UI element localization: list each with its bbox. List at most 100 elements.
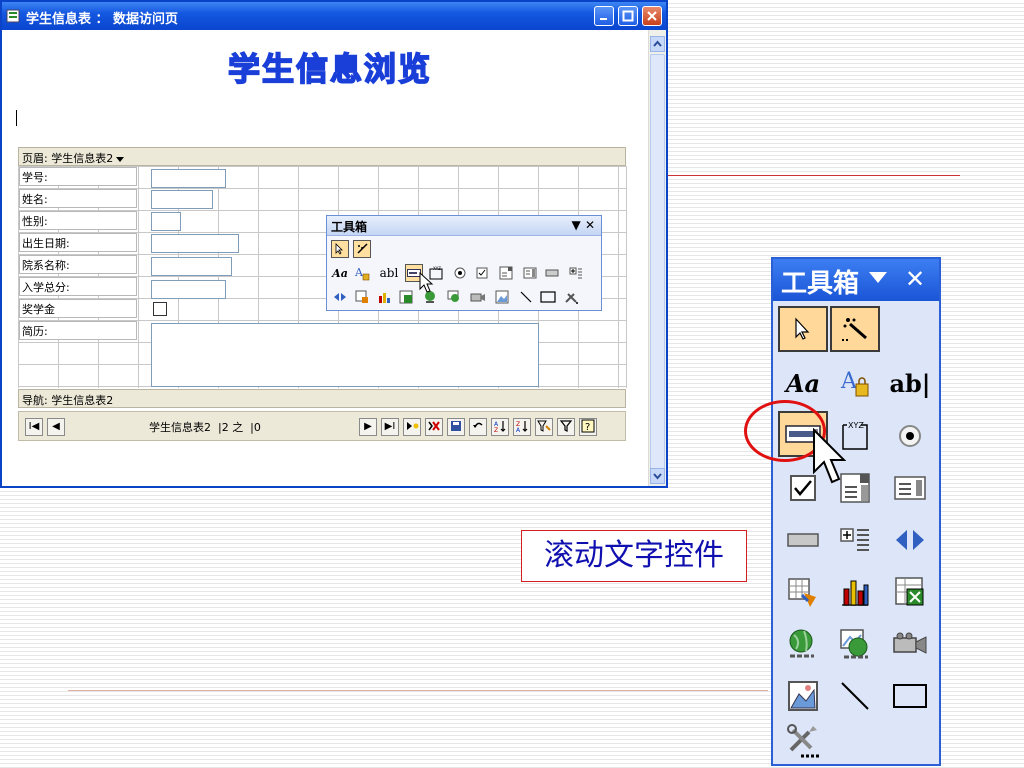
office-pivottable-tool-large[interactable] bbox=[778, 567, 828, 617]
image-tool-large[interactable] bbox=[778, 671, 828, 721]
toolbox-small-header[interactable]: 工具箱 ▼ ✕ bbox=[327, 216, 601, 236]
svg-text:A: A bbox=[516, 427, 521, 433]
help-icon: ? bbox=[581, 419, 595, 433]
field-label-birthdate[interactable]: 出生日期: bbox=[19, 233, 137, 252]
decorative-red-line bbox=[668, 175, 960, 176]
last-record-button[interactable]: ▶I bbox=[381, 418, 399, 436]
option-button-tool-large[interactable] bbox=[885, 411, 935, 461]
bound-html-tool[interactable]: A bbox=[353, 264, 371, 282]
image-icon bbox=[788, 681, 818, 711]
window-titlebar[interactable]: 学生信息表 ： 数据访问页 bbox=[2, 2, 666, 30]
control-wizards-tool[interactable] bbox=[353, 240, 371, 258]
maximize-button[interactable] bbox=[618, 6, 638, 26]
filter-by-selection-button[interactable] bbox=[535, 418, 553, 436]
chevron-down-icon[interactable] bbox=[116, 156, 125, 162]
close-button[interactable] bbox=[642, 6, 662, 26]
entry-score-input[interactable] bbox=[151, 280, 226, 299]
bound-html-tool-large[interactable]: A bbox=[830, 358, 880, 408]
gender-input[interactable] bbox=[151, 212, 181, 231]
header-section-bar[interactable]: 页眉: 学生信息表2 bbox=[18, 147, 626, 166]
name-input[interactable] bbox=[151, 190, 213, 209]
image-tool[interactable] bbox=[493, 288, 511, 306]
checkbox-icon bbox=[476, 267, 488, 279]
textbox-tool-large[interactable]: ab| bbox=[885, 358, 935, 408]
checkbox-tool[interactable] bbox=[473, 264, 491, 282]
field-label-student-id[interactable]: 学号: bbox=[19, 167, 137, 186]
student-id-input[interactable] bbox=[151, 169, 226, 188]
field-label-department[interactable]: 院系名称: bbox=[19, 255, 137, 274]
sort-ascending-button[interactable]: AZ bbox=[491, 418, 509, 436]
toolbox-menu-icon[interactable] bbox=[869, 272, 887, 283]
list-box-tool[interactable] bbox=[521, 264, 539, 282]
office-chart-tool-large[interactable] bbox=[830, 567, 880, 617]
rectangle-tool[interactable] bbox=[539, 288, 557, 306]
line-tool[interactable] bbox=[517, 288, 535, 306]
department-input[interactable] bbox=[151, 257, 232, 276]
office-pivottable-tool[interactable] bbox=[353, 288, 371, 306]
textbox-tool[interactable]: abl bbox=[375, 264, 403, 282]
maximize-icon bbox=[622, 10, 634, 22]
option-button-tool[interactable] bbox=[451, 264, 469, 282]
toggle-filter-button[interactable] bbox=[557, 418, 575, 436]
delete-record-button[interactable] bbox=[425, 418, 443, 436]
sort-descending-button[interactable]: ZA bbox=[513, 418, 531, 436]
rectangle-tool-large[interactable] bbox=[885, 671, 935, 721]
app-icon bbox=[6, 9, 20, 23]
chart-icon bbox=[842, 580, 869, 606]
office-spreadsheet-tool[interactable] bbox=[397, 288, 415, 306]
select-objects-tool[interactable] bbox=[331, 240, 349, 258]
scroll-up-button[interactable] bbox=[650, 36, 665, 52]
image-hyperlink-tool-large[interactable] bbox=[830, 619, 880, 669]
control-wizards-tool-large[interactable] bbox=[830, 306, 880, 352]
toolbox-small-controls[interactable]: ▼ ✕ bbox=[572, 218, 595, 232]
help-button[interactable]: ? bbox=[579, 418, 597, 436]
record-navigation-tool[interactable] bbox=[331, 288, 349, 306]
more-controls-tool-large[interactable] bbox=[778, 715, 828, 765]
list-box-tool-large[interactable] bbox=[885, 463, 935, 513]
label-tool[interactable]: Aa bbox=[331, 264, 349, 282]
field-label-resume[interactable]: 简历: bbox=[19, 321, 137, 340]
scroll-thumb[interactable] bbox=[650, 54, 665, 474]
image-link-icon bbox=[447, 290, 459, 302]
chart-icon bbox=[379, 293, 390, 303]
sort-ascending-icon: AZ bbox=[494, 421, 506, 434]
record-navigation-icon bbox=[896, 530, 924, 550]
scroll-down-button[interactable] bbox=[650, 468, 665, 484]
vertical-scrollbar[interactable] bbox=[648, 30, 666, 486]
toolbox-large-header[interactable]: 工具箱 ✕ bbox=[773, 259, 939, 301]
hyperlink-tool-large[interactable] bbox=[778, 619, 828, 669]
field-label-name[interactable]: 姓名: bbox=[19, 189, 137, 208]
line-tool-large[interactable] bbox=[830, 671, 880, 721]
field-label-gender[interactable]: 性别: bbox=[19, 211, 137, 230]
previous-record-button[interactable]: ◀ bbox=[47, 418, 65, 436]
office-chart-tool[interactable] bbox=[375, 288, 393, 306]
record-navigation-tool-large[interactable] bbox=[885, 515, 935, 565]
toolbox-close-icon[interactable]: ✕ bbox=[905, 265, 925, 293]
save-record-button[interactable] bbox=[447, 418, 465, 436]
movie-tool[interactable] bbox=[469, 288, 487, 306]
next-record-button[interactable]: ▶ bbox=[359, 418, 377, 436]
toolbox-large: 工具箱 ✕ Aa A ab| XYZ bbox=[771, 257, 941, 766]
expand-tool[interactable] bbox=[567, 264, 585, 282]
command-button-tool[interactable] bbox=[543, 264, 561, 282]
office-spreadsheet-tool-large[interactable] bbox=[885, 567, 935, 617]
resume-textarea[interactable] bbox=[151, 323, 539, 387]
movie-tool-large[interactable] bbox=[885, 619, 935, 669]
field-label-scholarship[interactable]: 奖学金 bbox=[19, 299, 137, 318]
minimize-button[interactable] bbox=[594, 6, 614, 26]
textbox-tool-large-text: ab| bbox=[889, 368, 931, 398]
undo-button[interactable] bbox=[469, 418, 487, 436]
birthdate-input[interactable] bbox=[151, 234, 239, 253]
command-button-tool-large[interactable] bbox=[778, 515, 828, 565]
svg-text:?: ? bbox=[585, 422, 590, 433]
image-hyperlink-tool[interactable] bbox=[445, 288, 463, 306]
field-label-entry-score[interactable]: 入学总分: bbox=[19, 277, 137, 296]
select-objects-tool-large[interactable] bbox=[778, 306, 828, 352]
nav-section-bar[interactable]: 导航: 学生信息表2 bbox=[18, 389, 626, 408]
dropdown-list-tool[interactable] bbox=[497, 264, 515, 282]
new-record-button[interactable] bbox=[403, 418, 421, 436]
first-record-button[interactable]: I◀ bbox=[25, 418, 43, 436]
scholarship-checkbox[interactable] bbox=[153, 302, 167, 316]
more-controls-tool[interactable] bbox=[563, 288, 581, 306]
expand-tool-large[interactable] bbox=[830, 515, 880, 565]
